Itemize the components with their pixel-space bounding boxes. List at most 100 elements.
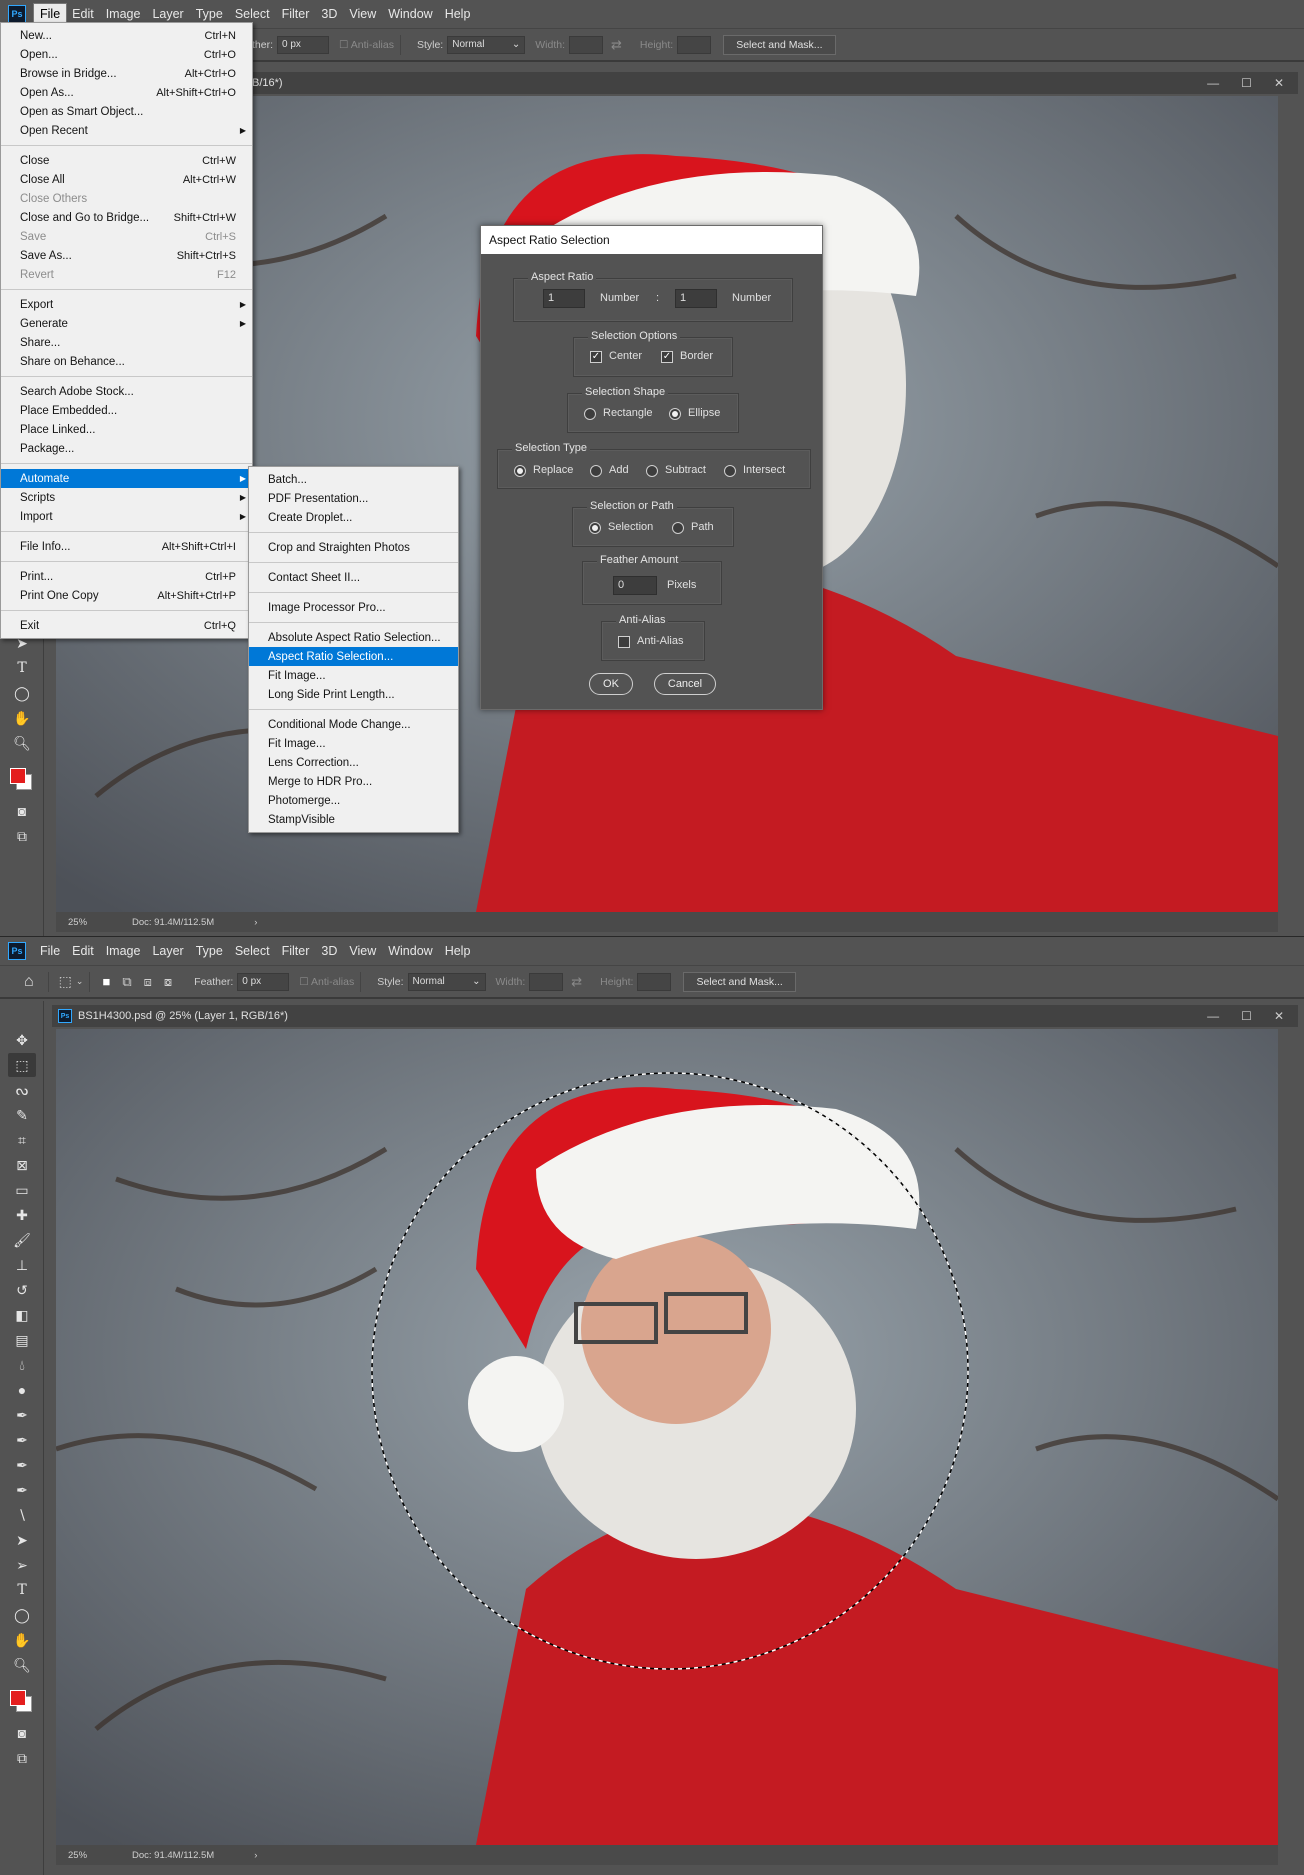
- chevron-right-icon[interactable]: ›: [254, 917, 257, 928]
- menu-item-close[interactable]: Close Ctrl+W: [1, 151, 252, 170]
- close-icon[interactable]: ✕: [1274, 1009, 1284, 1023]
- menu-view[interactable]: View: [343, 4, 382, 24]
- zoom-level[interactable]: 25%: [68, 1850, 132, 1861]
- add-anchor-icon[interactable]: ✒: [8, 1478, 36, 1502]
- gradient-tool-icon[interactable]: ▤: [8, 1328, 36, 1352]
- type-tool-icon[interactable]: T: [8, 656, 36, 680]
- maximize-icon[interactable]: ☐: [1241, 76, 1252, 90]
- menu-item-open-as[interactable]: Open As... Alt+Shift+Ctrl+O: [1, 83, 252, 102]
- menu-item-file-info[interactable]: File Info... Alt+Shift+Ctrl+I: [1, 537, 252, 556]
- marquee-preset-icon[interactable]: ⬚: [59, 973, 72, 990]
- center-checkbox[interactable]: ✓: [590, 351, 602, 363]
- menu-item-image-processor-pro[interactable]: Image Processor Pro...: [249, 598, 458, 617]
- menu-edit[interactable]: Edit: [66, 941, 100, 961]
- convert-point-icon[interactable]: ∖: [8, 1503, 36, 1527]
- menu-item-place-embedded[interactable]: Place Embedded...: [1, 401, 252, 420]
- menu-item-open-as-smart-object[interactable]: Open as Smart Object...: [1, 102, 252, 121]
- menu-item-pdf-presentation[interactable]: PDF Presentation...: [249, 489, 458, 508]
- ruler-tool-icon[interactable]: ▭: [8, 1178, 36, 1202]
- menu-type[interactable]: Type: [190, 941, 229, 961]
- blur-tool-icon[interactable]: 💧︎: [8, 1353, 36, 1377]
- photoshop-logo[interactable]: Ps: [8, 5, 26, 23]
- menu-item-save-as[interactable]: Save As... Shift+Ctrl+S: [1, 246, 252, 265]
- path-radio[interactable]: [672, 522, 684, 534]
- menu-item-close-all[interactable]: Close All Alt+Ctrl+W: [1, 170, 252, 189]
- menu-item-automate[interactable]: Automate ▶: [1, 469, 252, 488]
- move-tool-icon[interactable]: ✥: [8, 1028, 36, 1052]
- screen-mode-icon[interactable]: ⧉: [8, 824, 36, 848]
- menu-help[interactable]: Help: [439, 941, 477, 961]
- antialias-checkbox[interactable]: [618, 636, 630, 648]
- menu-item-fit-image[interactable]: Fit Image...: [249, 666, 458, 685]
- zoom-tool-icon[interactable]: 🔍︎: [8, 1653, 36, 1677]
- menu-file[interactable]: File: [34, 941, 66, 961]
- menu-item-photomerge[interactable]: Photomerge...: [249, 791, 458, 810]
- foreground-color-swatch[interactable]: [10, 1690, 26, 1706]
- crop-tool-icon[interactable]: ⌗: [8, 1128, 36, 1152]
- menu-select[interactable]: Select: [229, 941, 276, 961]
- rectangle-radio[interactable]: [584, 408, 596, 420]
- menu-item-close-and-go-to-bridge[interactable]: Close and Go to Bridge... Shift+Ctrl+W: [1, 208, 252, 227]
- menu-item-lens-correction[interactable]: Lens Correction...: [249, 753, 458, 772]
- quick-mask-icon[interactable]: ◙: [8, 799, 36, 823]
- menu-layer[interactable]: Layer: [146, 941, 189, 961]
- hand-tool-icon[interactable]: ✋: [8, 1628, 36, 1652]
- subtract-selection-icon[interactable]: ⧈: [144, 974, 152, 990]
- feather-amount-input[interactable]: 0: [613, 576, 657, 595]
- marquee-tool-icon[interactable]: ⬚: [8, 1053, 36, 1077]
- hand-tool-icon[interactable]: ✋: [8, 706, 36, 730]
- menu-item-crop-and-straighten-photos[interactable]: Crop and Straighten Photos: [249, 538, 458, 557]
- menu-item-open[interactable]: Open... Ctrl+O: [1, 45, 252, 64]
- menu-view[interactable]: View: [343, 941, 382, 961]
- menu-item-open-recent[interactable]: Open Recent ▶: [1, 121, 252, 140]
- menu-item-browse-in-bridge[interactable]: Browse in Bridge... Alt+Ctrl+O: [1, 64, 252, 83]
- dodge-tool-icon[interactable]: ●: [8, 1378, 36, 1402]
- freeform-pen-icon[interactable]: ✒: [8, 1428, 36, 1452]
- image-canvas[interactable]: [56, 1029, 1278, 1845]
- ratio-input-2[interactable]: 1: [675, 289, 717, 308]
- menu-help[interactable]: Help: [439, 4, 477, 24]
- frame-tool-icon[interactable]: ⊠: [8, 1153, 36, 1177]
- ellipse-tool-icon[interactable]: ◯: [8, 681, 36, 705]
- curvature-pen-icon[interactable]: ✒: [8, 1453, 36, 1477]
- type-tool-icon[interactable]: T: [8, 1578, 36, 1602]
- screen-mode-icon[interactable]: ⧉: [8, 1746, 36, 1770]
- menu-item-batch[interactable]: Batch...: [249, 470, 458, 489]
- quick-select-tool-icon[interactable]: ✎: [8, 1103, 36, 1127]
- menu-image[interactable]: Image: [100, 4, 147, 24]
- intersect-radio[interactable]: [724, 465, 736, 477]
- menu-item-package[interactable]: Package...: [1, 439, 252, 458]
- feather-input[interactable]: 0 px: [237, 972, 290, 991]
- menu-item-share-on-behance[interactable]: Share on Behance...: [1, 352, 252, 371]
- menu-layer[interactable]: Layer: [146, 4, 189, 24]
- document-tab[interactable]: Ps BS1H4300.psd @ 25% (Layer 1, RGB/16*): [52, 1005, 1298, 1027]
- menu-file[interactable]: File: [32, 3, 68, 25]
- menu-window[interactable]: Window: [382, 4, 438, 24]
- direct-selection-tool-icon[interactable]: ➢: [8, 1553, 36, 1577]
- feather-input[interactable]: 0 px: [277, 35, 330, 54]
- pen-tool-icon[interactable]: ✒: [8, 1403, 36, 1427]
- select-and-mask-button[interactable]: Select and Mask...: [683, 971, 796, 992]
- menu-item-print[interactable]: Print... Ctrl+P: [1, 567, 252, 586]
- ok-button[interactable]: OK: [589, 673, 633, 695]
- menu-item-share[interactable]: Share...: [1, 333, 252, 352]
- menu-window[interactable]: Window: [382, 941, 438, 961]
- chevron-right-icon[interactable]: ›: [254, 1850, 257, 1861]
- menu-type[interactable]: Type: [190, 4, 229, 24]
- menu-item-long-side-print-length[interactable]: Long Side Print Length...: [249, 685, 458, 704]
- menu-item-create-droplet[interactable]: Create Droplet...: [249, 508, 458, 527]
- history-brush-icon[interactable]: ↺: [8, 1278, 36, 1302]
- quick-mask-icon[interactable]: ◙: [8, 1721, 36, 1745]
- menu-item-exit[interactable]: Exit Ctrl+Q: [1, 616, 252, 635]
- menu-item-export[interactable]: Export ▶: [1, 295, 252, 314]
- menu-item-place-linked[interactable]: Place Linked...: [1, 420, 252, 439]
- stamp-tool-icon[interactable]: ⊥: [8, 1253, 36, 1277]
- minimize-icon[interactable]: —: [1207, 76, 1219, 90]
- foreground-color-swatch[interactable]: [10, 768, 26, 784]
- healing-brush-icon[interactable]: ✚: [8, 1203, 36, 1227]
- menu-item-new[interactable]: New... Ctrl+N: [1, 26, 252, 45]
- replace-radio[interactable]: [514, 465, 526, 477]
- photoshop-logo[interactable]: Ps: [8, 942, 26, 960]
- style-select[interactable]: Normal ⌄: [447, 35, 526, 54]
- minimize-icon[interactable]: —: [1207, 1009, 1219, 1023]
